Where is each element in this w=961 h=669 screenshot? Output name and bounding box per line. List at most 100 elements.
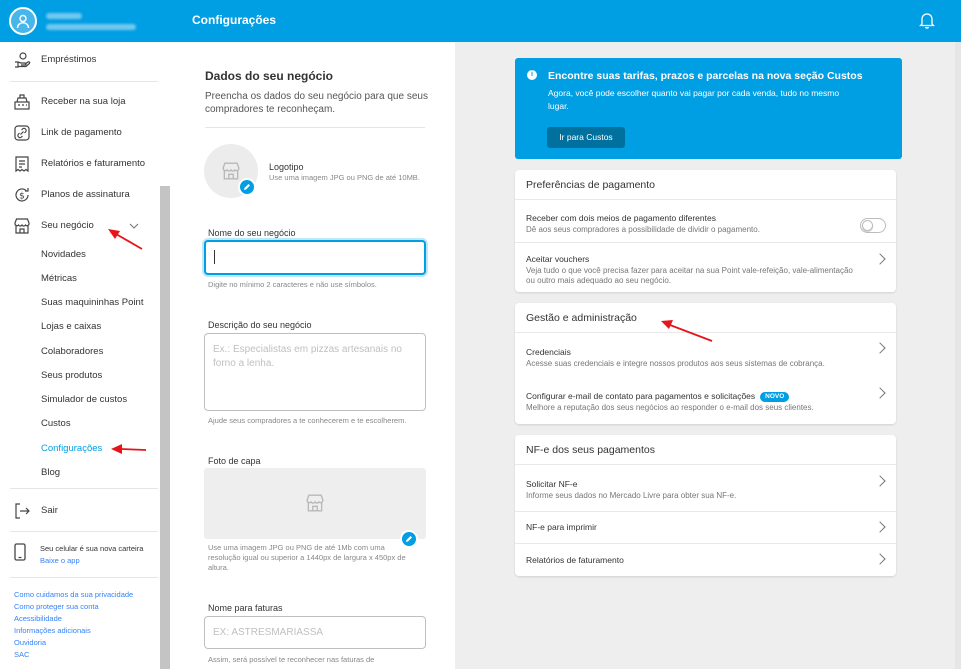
sidebar-item-seu-negocio[interactable]: Seu negócio <box>0 213 158 239</box>
credentials-row[interactable]: Credenciais Acesse suas credenciais e in… <box>515 333 896 377</box>
sidebar-item-label: Planos de assinatura <box>41 189 130 200</box>
sidebar-subitem-simulador[interactable]: Simulador de custos <box>41 394 127 405</box>
split-payment-toggle[interactable] <box>860 218 886 233</box>
logo-help: Use uma imagem JPG ou PNG de até 10MB. <box>269 173 420 182</box>
description-textarea[interactable]: Ex.: Especialistas em pizzas artesanais … <box>204 333 426 411</box>
sidebar-subitem-custos[interactable]: Custos <box>41 418 71 429</box>
store-icon <box>306 494 324 512</box>
sidebar-item-label: Seu negócio <box>41 220 94 231</box>
description-placeholder: Ex.: Especialistas em pizzas artesanais … <box>213 344 402 369</box>
card-title: Preferências de pagamento <box>526 179 655 191</box>
sidebar-subitem-novidades[interactable]: Novidades <box>41 249 86 260</box>
chevron-right-icon <box>874 342 886 354</box>
row-description: Informe seus dados no Mercado Livre para… <box>526 491 737 500</box>
row-title: Configurar e-mail de contato para pagame… <box>526 391 790 402</box>
download-app-link[interactable]: Baixe o app <box>40 556 80 565</box>
sidebar-item-relatorios[interactable]: Relatórios e faturamento <box>0 151 158 177</box>
form-title: Dados do seu negócio <box>205 69 334 83</box>
chevron-right-icon <box>874 521 886 533</box>
edit-logo-button[interactable] <box>238 178 256 196</box>
invoice-name-label: Nome para faturas <box>208 603 283 613</box>
business-name-label: Nome do seu negócio <box>208 228 296 238</box>
footer-link-sac[interactable]: SAC <box>14 650 29 659</box>
sidebar-item-planos[interactable]: $ Planos de assinatura <box>0 182 158 208</box>
card-title: NF-e dos seus pagamentos <box>526 444 655 456</box>
page-title: Configurações <box>192 13 277 27</box>
chevron-right-icon <box>874 475 886 487</box>
chevron-down-icon <box>129 223 139 229</box>
dollar-cycle-icon: $ <box>15 188 29 202</box>
form-divider <box>205 127 425 128</box>
sidebar: Empréstimos Receber na sua loja Link de … <box>0 0 170 669</box>
print-nfe-row[interactable]: NF-e para imprimir <box>515 512 896 543</box>
banner-text: Agora, você pode escolher quanto vai pag… <box>548 88 840 111</box>
split-payment-row: Receber com dois meios de pagamento dife… <box>515 200 896 240</box>
new-badge: NOVO <box>760 392 790 402</box>
phone-promo-title: Seu celular é sua nova carteira <box>40 544 144 553</box>
sidebar-item-sair[interactable]: Sair <box>0 498 158 524</box>
svg-text:$: $ <box>19 192 25 202</box>
pencil-icon <box>244 184 250 190</box>
card-title: Gestão e administração <box>526 312 637 324</box>
invoice-name-input[interactable]: EX: ASTRESMARIASSA <box>204 616 426 649</box>
sidebar-subitem-lojas-caixas[interactable]: Lojas e caixas <box>41 321 101 332</box>
payment-preferences-card: Preferências de pagamento Receber com do… <box>515 170 896 292</box>
sidebar-subitem-maquininhas[interactable]: Suas maquininhas Point <box>41 297 143 308</box>
pencil-icon <box>406 536 412 542</box>
row-title: Aceitar vouchers <box>526 254 590 264</box>
sidebar-subitem-blog[interactable]: Blog <box>41 467 60 478</box>
bell-icon[interactable] <box>919 12 935 29</box>
report-icon <box>15 156 29 173</box>
billing-reports-row[interactable]: Relatórios de faturamento <box>515 544 896 576</box>
avatar[interactable] <box>9 7 37 35</box>
store-icon <box>222 162 240 180</box>
sidebar-subitem-configuracoes[interactable]: Configurações <box>41 443 102 454</box>
costs-info-banner: i Encontre suas tarifas, prazos e parcel… <box>515 58 902 159</box>
contact-email-row[interactable]: Configurar e-mail de contato para pagame… <box>515 378 896 424</box>
row-title: Receber com dois meios de pagamento dife… <box>526 213 716 223</box>
business-data-form: Dados do seu negócio Preencha os dados d… <box>170 42 455 669</box>
link-icon <box>14 125 30 141</box>
form-subtitle: Preencha os dados do seu negócio para qu… <box>205 91 428 115</box>
sidebar-item-receber-loja[interactable]: Receber na sua loja <box>0 89 158 115</box>
page-scrollbar[interactable] <box>955 42 961 669</box>
business-name-input[interactable] <box>204 240 426 275</box>
row-title: NF-e para imprimir <box>526 522 597 532</box>
sidebar-subitem-colaboradores[interactable]: Colaboradores <box>41 346 103 357</box>
sidebar-item-emprestimos[interactable]: Empréstimos <box>0 47 158 73</box>
info-icon: i <box>527 70 537 80</box>
sidebar-divider <box>10 531 158 532</box>
sidebar-subitem-produtos[interactable]: Seus produtos <box>41 370 102 381</box>
account-email-blurred <box>46 24 136 30</box>
footer-link-acessibilidade[interactable]: Acessibilidade <box>14 614 62 623</box>
row-description: Dê aos seus compradores a possibilidade … <box>526 225 760 234</box>
sidebar-item-label: Link de pagamento <box>41 127 122 138</box>
text-cursor <box>214 250 215 264</box>
hand-coin-icon <box>15 52 31 68</box>
cover-upload[interactable] <box>204 468 426 539</box>
sidebar-account-header[interactable] <box>0 0 170 42</box>
row-title-text: Configurar e-mail de contato para pagame… <box>526 391 756 401</box>
cash-register-icon <box>14 94 30 110</box>
footer-link-privacidade[interactable]: Como cuidamos da sua privacidade <box>14 590 133 599</box>
footer-link-ouvidoria[interactable]: Ouvidoria <box>14 638 46 647</box>
footer-link-informacoes[interactable]: Informações adicionais <box>14 626 91 635</box>
banner-title: Encontre suas tarifas, prazos e parcelas… <box>548 70 863 82</box>
sidebar-scrollbar[interactable] <box>160 186 170 669</box>
go-to-costs-button[interactable]: Ir para Custos <box>547 127 625 148</box>
sidebar-item-label: Empréstimos <box>41 54 97 65</box>
footer-link-proteger-conta[interactable]: Como proteger sua conta <box>14 602 99 611</box>
smartphone-icon <box>14 543 26 561</box>
vouchers-row[interactable]: Aceitar vouchers Veja tudo o que você pr… <box>515 243 896 292</box>
row-description: Melhore a reputação dos seus negócios ao… <box>526 403 814 412</box>
logout-icon <box>15 503 30 519</box>
request-nfe-row[interactable]: Solicitar NF-e Informe seus dados no Mer… <box>515 465 896 510</box>
store-icon <box>14 218 30 234</box>
chevron-right-icon <box>874 387 886 399</box>
chevron-right-icon <box>874 553 886 565</box>
sidebar-subitem-metricas[interactable]: Métricas <box>41 273 77 284</box>
description-help: Ajude seus compradores a te conhecerem e… <box>208 416 407 425</box>
row-title: Solicitar NF-e <box>526 479 578 489</box>
row-title: Relatórios de faturamento <box>526 555 624 565</box>
sidebar-item-link-pagamento[interactable]: Link de pagamento <box>0 120 158 146</box>
